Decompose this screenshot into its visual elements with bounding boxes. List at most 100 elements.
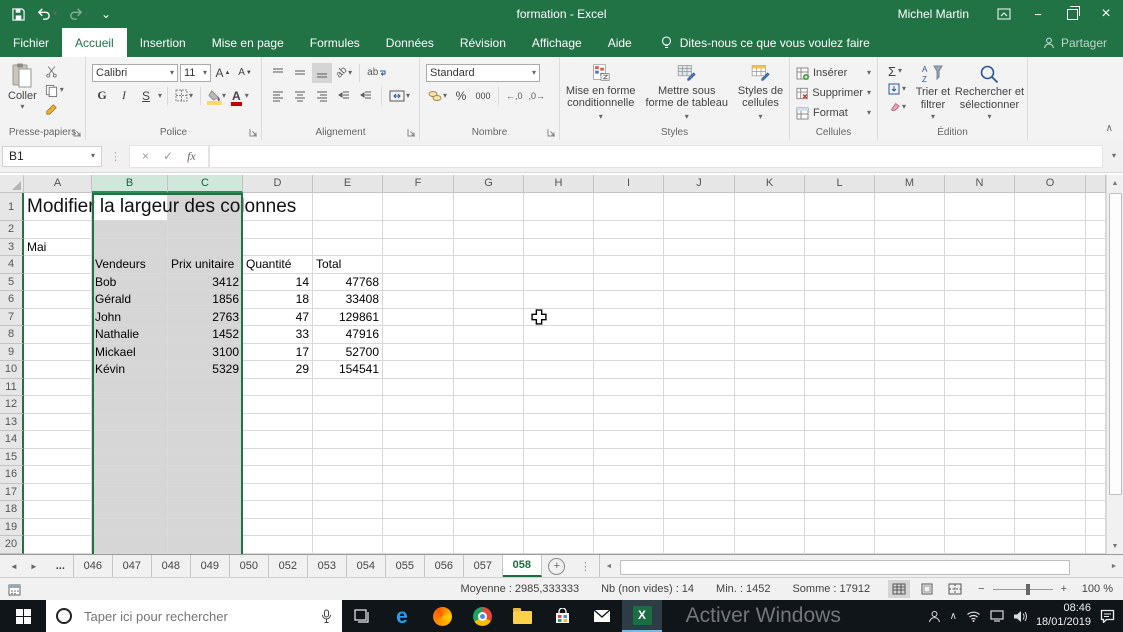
cell-L4[interactable] [805, 256, 875, 274]
cell-O8[interactable] [1015, 326, 1086, 344]
cell-M18[interactable] [875, 501, 945, 519]
cell-A3[interactable]: Mai [24, 238, 92, 256]
cell-M12[interactable] [875, 396, 945, 414]
cell-J3[interactable] [664, 238, 735, 256]
cell-N8[interactable] [945, 326, 1015, 344]
cell-D20[interactable] [243, 536, 313, 554]
cell-F14[interactable] [383, 431, 454, 449]
cell-L3[interactable] [805, 238, 875, 256]
cell-D10[interactable]: 29 [243, 361, 313, 379]
cell-N1[interactable] [945, 193, 1015, 221]
cell-A1[interactable]: Modifier la largeur des colonnes [24, 193, 296, 221]
cell-H3[interactable] [524, 238, 594, 256]
cell-D13[interactable] [243, 413, 313, 431]
share-button[interactable]: Partager [1043, 28, 1123, 57]
cell-F3[interactable] [383, 238, 454, 256]
cell-E11[interactable] [313, 378, 383, 396]
cell-D5[interactable]: 14 [243, 273, 313, 291]
store-taskbar-icon[interactable] [542, 600, 582, 632]
cell-E6[interactable]: 33408 [313, 291, 383, 309]
cell-A19[interactable] [24, 518, 92, 536]
cell-O17[interactable] [1015, 483, 1086, 501]
column-header-n[interactable]: N [945, 175, 1015, 193]
column-header-h[interactable]: H [524, 175, 594, 193]
cell-D4[interactable]: Quantité [243, 256, 313, 274]
cell-N10[interactable] [945, 361, 1015, 379]
normal-view-button[interactable] [888, 580, 911, 598]
row-header-19[interactable]: 19 [0, 518, 24, 536]
cell-C3[interactable] [168, 238, 243, 256]
cell-L9[interactable] [805, 343, 875, 361]
cell-D6[interactable]: 18 [243, 291, 313, 309]
cell-B5[interactable]: Bob [92, 273, 168, 291]
previous-sheet-button[interactable]: ◄ [10, 562, 18, 571]
cell-J13[interactable] [664, 413, 735, 431]
cell-M15[interactable] [875, 448, 945, 466]
cell-K6[interactable] [735, 291, 805, 309]
sheet-tab-057[interactable]: 057 [464, 555, 503, 577]
cell-N14[interactable] [945, 431, 1015, 449]
cell-J12[interactable] [664, 396, 735, 414]
cell-C5[interactable]: 3412 [168, 273, 243, 291]
sort-filter-button[interactable]: AZ Trier et filtrer ▾ [912, 61, 954, 121]
cell-A15[interactable] [24, 448, 92, 466]
cell-O1[interactable] [1015, 193, 1086, 221]
cell-partial-14[interactable] [1086, 431, 1106, 449]
cell-partial-11[interactable] [1086, 378, 1106, 396]
sheet-tab-056[interactable]: 056 [425, 555, 464, 577]
cell-I12[interactable] [594, 396, 664, 414]
cell-partial-19[interactable] [1086, 518, 1106, 536]
cell-B3[interactable] [92, 238, 168, 256]
cell-B7[interactable]: John [92, 308, 168, 326]
column-header-j[interactable]: J [664, 175, 735, 193]
cell-I7[interactable] [594, 308, 664, 326]
tell-me-box[interactable]: Dites-nous ce que vous voulez faire [661, 28, 870, 57]
decrease-font-button[interactable]: A ▼ [235, 63, 255, 83]
cell-M1[interactable] [875, 193, 945, 221]
cell-E3[interactable] [313, 238, 383, 256]
cell-N16[interactable] [945, 466, 1015, 484]
cell-N19[interactable] [945, 518, 1015, 536]
cell-H11[interactable] [524, 378, 594, 396]
cell-F15[interactable] [383, 448, 454, 466]
cell-K15[interactable] [735, 448, 805, 466]
cell-L6[interactable] [805, 291, 875, 309]
cell-L5[interactable] [805, 273, 875, 291]
row-header-18[interactable]: 18 [0, 501, 24, 519]
cell-D16[interactable] [243, 466, 313, 484]
cell-partial-13[interactable] [1086, 413, 1106, 431]
italic-button[interactable]: I [114, 86, 134, 106]
cell-H19[interactable] [524, 518, 594, 536]
cell-K16[interactable] [735, 466, 805, 484]
autosum-button[interactable]: Σ ▾ [886, 63, 908, 79]
cell-C15[interactable] [168, 448, 243, 466]
cell-J1[interactable] [664, 193, 735, 221]
cell-H6[interactable] [524, 291, 594, 309]
cell-A17[interactable] [24, 483, 92, 501]
row-header-8[interactable]: 8 [0, 326, 24, 344]
cell-M17[interactable] [875, 483, 945, 501]
cell-C17[interactable] [168, 483, 243, 501]
edge-taskbar-icon[interactable]: e [382, 600, 422, 632]
cell-E1[interactable] [313, 193, 383, 221]
redo-button[interactable]: ▾ [69, 8, 89, 20]
cell-F2[interactable] [383, 221, 454, 239]
cell-A7[interactable] [24, 308, 92, 326]
cell-I9[interactable] [594, 343, 664, 361]
increase-font-button[interactable]: A ▲ [213, 63, 233, 83]
cell-M4[interactable] [875, 256, 945, 274]
macro-record-icon[interactable] [8, 583, 21, 596]
cell-E17[interactable] [313, 483, 383, 501]
cell-F12[interactable] [383, 396, 454, 414]
cell-C10[interactable]: 5329 [168, 361, 243, 379]
cell-C12[interactable] [168, 396, 243, 414]
cell-A20[interactable] [24, 536, 92, 554]
cell-L13[interactable] [805, 413, 875, 431]
cell-L10[interactable] [805, 361, 875, 379]
cell-G4[interactable] [454, 256, 524, 274]
signed-in-user[interactable]: Michel Martin [898, 7, 969, 21]
cell-B9[interactable]: Mickael [92, 343, 168, 361]
tab-formules[interactable]: Formules [297, 28, 373, 57]
taskbar-clock[interactable]: 08:46 18/01/2019 [1036, 602, 1091, 630]
hidden-icons-button[interactable]: ∧ [950, 611, 957, 622]
